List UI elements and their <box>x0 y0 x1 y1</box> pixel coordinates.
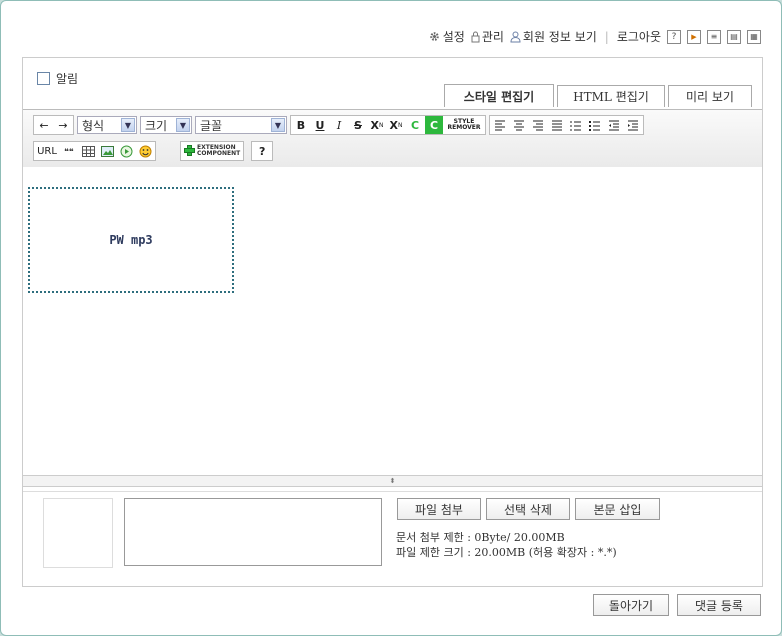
table-icon[interactable] <box>79 142 97 160</box>
manage-link[interactable]: 관리 <box>471 28 504 45</box>
chevron-down-icon: ▼ <box>271 118 285 132</box>
redo-button[interactable]: → <box>54 116 72 134</box>
manage-label: 관리 <box>481 30 504 44</box>
member-info-link[interactable]: 회원 정보 보기 <box>510 28 597 45</box>
size-select[interactable]: 크기 ▼ <box>140 116 192 134</box>
subscript-glyph: X <box>389 118 398 132</box>
document-limit-text: 문서 첨부 제한 : 0Byte/ 20.00MB <box>396 531 565 544</box>
font-color-button[interactable]: C <box>406 116 424 134</box>
window-frame: 설정 관리 회원 정보 보기 | 로그아웃 ? ▶ ≡ ▤ ▦ 알림 스타일 편… <box>0 0 782 636</box>
alarm-label: 알림 <box>56 72 79 86</box>
editor-toolbar: ← → 형식 ▼ 크기 ▼ 글꼴 ▼ B U I S X N X N C C S… <box>23 109 762 168</box>
history-group: ← → <box>33 115 74 135</box>
help-button[interactable]: ? <box>251 141 274 161</box>
undo-button[interactable]: ← <box>35 116 53 134</box>
indent-icon[interactable] <box>624 116 642 134</box>
user-icon <box>510 31 521 43</box>
lock-icon <box>471 31 480 43</box>
attachment-area: 파일 첨부 선택 삭제 본문 삽입 문서 첨부 제한 : 0Byte/ 20.0… <box>23 491 762 587</box>
align-left-icon[interactable] <box>491 116 509 134</box>
extension-component-button[interactable]: EXTENSION COMPONENT <box>180 141 245 161</box>
insert-body-button[interactable]: 본문 삽입 <box>575 498 660 520</box>
extension-label: EXTENSION COMPONENT <box>197 145 240 157</box>
text-style-group: B U I S XN XN C C STYLE REMOVER <box>290 115 486 135</box>
editor-area[interactable]: PW mp3 <box>23 167 762 475</box>
attachment-file-list[interactable] <box>124 498 382 566</box>
chevron-down-icon: ▼ <box>176 118 190 132</box>
insert-group: URL ❝❝ <box>33 141 156 161</box>
attachment-limits: 문서 첨부 제한 : 0Byte/ 20.00MB 파일 제한 크기 : 20.… <box>396 530 617 560</box>
list-view-icon[interactable]: ≡ <box>707 29 721 44</box>
tab-preview[interactable]: 미리 보기 <box>668 85 752 107</box>
nav-divider: | <box>604 29 609 44</box>
help-icon[interactable]: ? <box>667 29 681 44</box>
ordered-list-icon[interactable] <box>567 116 585 134</box>
alarm-option[interactable]: 알림 <box>37 70 78 87</box>
italic-button[interactable]: I <box>330 116 348 134</box>
superscript-mark: N <box>378 121 384 129</box>
file-limit-text: 파일 제한 크기 : 20.00MB (허용 확장자 : *.*) <box>396 546 617 559</box>
alignment-group <box>489 115 644 135</box>
superscript-button[interactable]: XN <box>368 116 386 134</box>
media-play-icon[interactable] <box>117 142 135 160</box>
back-button[interactable]: 돌아가기 <box>593 594 669 616</box>
alarm-checkbox[interactable] <box>37 72 50 85</box>
media-embed-placeholder[interactable]: PW mp3 <box>28 187 234 293</box>
font-select[interactable]: 글꼴 ▼ <box>195 116 287 134</box>
background-color-button[interactable]: C <box>425 116 443 134</box>
tab-style-editor[interactable]: 스타일 편집기 <box>444 84 554 107</box>
top-navigation: 설정 관리 회원 정보 보기 | 로그아웃 ? ▶ ≡ ▤ ▦ <box>428 28 761 45</box>
font-select-value: 글꼴 <box>200 118 223 133</box>
style-remover-label-2: REMOVER <box>447 124 481 131</box>
format-select-value: 형식 <box>82 118 105 133</box>
plus-icon <box>184 144 195 158</box>
logout-link[interactable]: 로그아웃 <box>617 28 661 45</box>
subscript-button[interactable]: XN <box>387 116 405 134</box>
settings-link[interactable]: 설정 <box>428 28 465 45</box>
editor-tabs: 스타일 편집기 HTML 편집기 미리 보기 <box>444 84 752 107</box>
member-info-label: 회원 정보 보기 <box>522 30 597 44</box>
superscript-glyph: X <box>370 118 379 132</box>
unordered-list-icon[interactable] <box>586 116 604 134</box>
extension-label-2: COMPONENT <box>197 150 241 157</box>
subscript-mark: N <box>397 121 403 129</box>
quote-button[interactable]: ❝❝ <box>60 142 78 160</box>
play-icon[interactable]: ▶ <box>687 29 701 44</box>
detail-view-icon[interactable]: ▤ <box>727 29 741 44</box>
resize-handle[interactable]: ⬍ <box>23 475 762 487</box>
attach-file-button[interactable]: 파일 첨부 <box>397 498 481 520</box>
outdent-icon[interactable] <box>605 116 623 134</box>
underline-button[interactable]: U <box>311 116 329 134</box>
strike-button[interactable]: S <box>349 116 367 134</box>
size-select-value: 크기 <box>145 118 168 133</box>
logout-label: 로그아웃 <box>616 30 661 44</box>
align-center-icon[interactable] <box>510 116 528 134</box>
emoticon-icon[interactable] <box>136 142 154 160</box>
tab-html-editor[interactable]: HTML 편집기 <box>557 85 665 107</box>
submit-comment-button[interactable]: 댓글 등록 <box>677 594 761 616</box>
url-button[interactable]: URL <box>35 142 59 160</box>
format-select[interactable]: 형식 ▼ <box>77 116 137 134</box>
gear-icon <box>428 30 441 43</box>
grid-view-icon[interactable]: ▦ <box>747 29 761 44</box>
image-icon[interactable] <box>98 142 116 160</box>
bold-button[interactable]: B <box>292 116 310 134</box>
align-right-icon[interactable] <box>529 116 547 134</box>
resize-arrows-icon: ⬍ <box>389 477 396 485</box>
chevron-down-icon: ▼ <box>121 118 135 132</box>
attachment-thumbnail <box>43 498 113 568</box>
align-justify-icon[interactable] <box>548 116 566 134</box>
settings-label: 설정 <box>442 30 465 44</box>
style-remover-button[interactable]: STYLE REMOVER <box>444 116 484 134</box>
write-panel: 알림 스타일 편집기 HTML 편집기 미리 보기 ← → 형식 ▼ 크기 ▼ <box>22 57 763 587</box>
delete-selected-button[interactable]: 선택 삭제 <box>486 498 570 520</box>
